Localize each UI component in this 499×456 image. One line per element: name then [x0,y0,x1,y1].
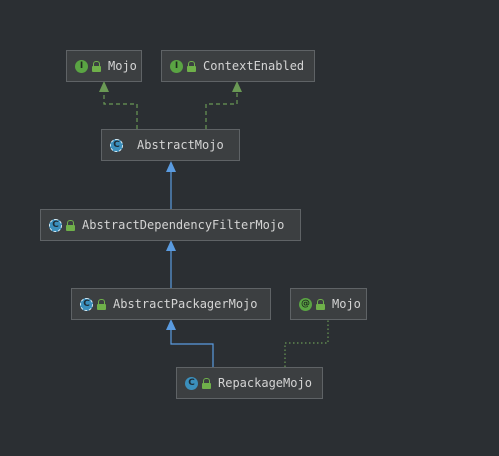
interface-icon: I [170,59,183,73]
extends-arrowhead-packager [166,319,176,330]
edge-abstractmojo-implements-contextenabled [205,92,238,129]
node-label: AbstractDependencyFilterMojo [82,218,285,232]
node-abstractpackagermojo[interactable]: C AbstractPackagerMojo [71,288,271,320]
lock-icon [66,220,75,231]
edge-abstractmojo-implements-mojo [103,92,138,129]
node-mojo-annotation[interactable]: @ Mojo [290,288,367,320]
abstract-class-icon: C [110,138,123,152]
edge-repackage-annotated-mojo [284,320,329,367]
annotation-icon: @ [299,297,312,311]
implements-arrowhead-contextenabled [232,81,242,92]
edge-repackage-extends-packager [170,330,214,367]
lock-icon [202,378,211,389]
node-mojo-interface[interactable]: I Mojo [66,50,142,82]
class-icon: C [185,376,198,390]
extends-arrowhead-dependencyfilter [166,240,176,251]
node-label: RepackageMojo [218,376,312,390]
node-abstractdependencyfiltermojo[interactable]: C AbstractDependencyFilterMojo [40,209,301,241]
node-label: Mojo [108,59,137,73]
lock-icon [187,61,196,72]
lock-icon [92,61,101,72]
node-contextenabled[interactable]: I ContextEnabled [161,50,315,82]
lock-icon [316,299,325,310]
lock-icon [127,140,130,150]
lock-icon [97,299,106,310]
implements-arrowhead-mojo [99,81,109,92]
interface-icon: I [75,59,88,73]
abstract-class-icon: C [49,218,62,232]
node-label: Mojo [332,297,361,311]
node-label: AbstractMojo [137,138,224,152]
extends-arrowhead-abstractmojo [166,161,176,172]
class-diagram: I Mojo I ContextEnabled C AbstractMojo C… [0,0,499,456]
node-label: ContextEnabled [203,59,305,73]
node-abstractmojo[interactable]: C AbstractMojo [101,129,240,161]
abstract-class-icon: C [80,297,93,311]
node-repackagemojo[interactable]: C RepackageMojo [176,367,323,399]
node-label: AbstractPackagerMojo [113,297,258,311]
